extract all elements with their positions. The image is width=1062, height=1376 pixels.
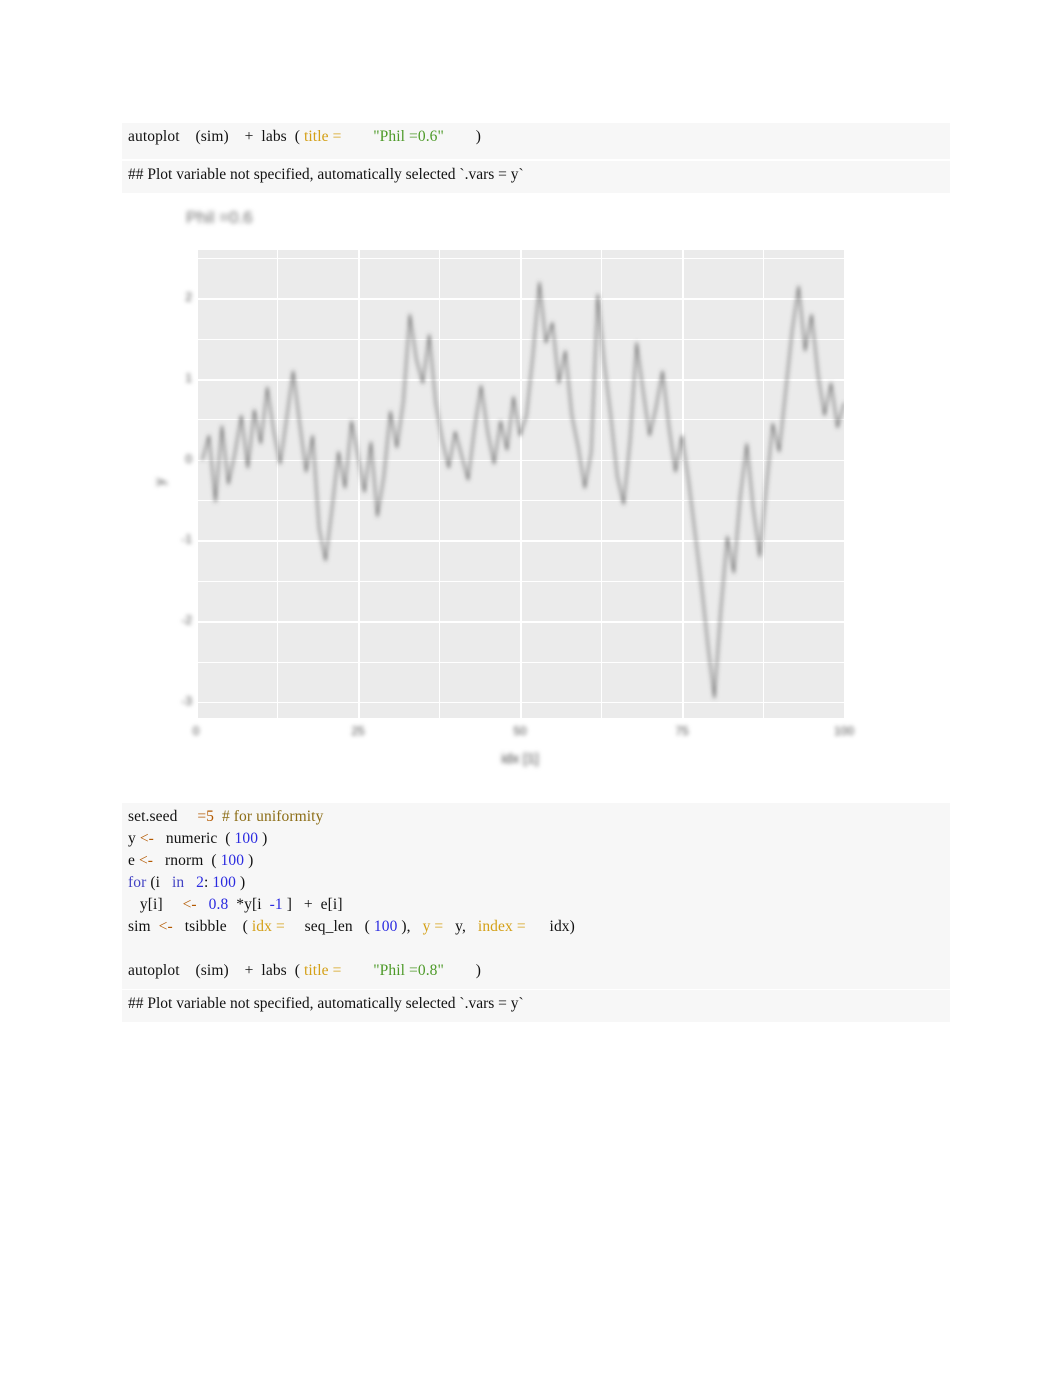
code-line: y[i] <- 0.8 *y[i -1 ] + e[i]	[128, 894, 944, 916]
code-token-plain: ] + e[i]	[282, 896, 343, 913]
code-token-plain: y	[128, 830, 140, 847]
knitr-output-top: ## Plot variable not specified, automati…	[122, 161, 950, 193]
code-token-plain: (i	[146, 874, 172, 891]
code-token-assign: <-	[138, 852, 154, 869]
x-axis-tick-label: 50	[513, 724, 527, 738]
x-axis-tick-label: 100	[833, 724, 855, 738]
code-token-plain: (sim)	[195, 962, 229, 979]
code-token-num: -1	[265, 896, 283, 913]
code-token-kw: for	[128, 874, 147, 891]
code-token-comment: # for uniformity	[221, 808, 324, 825]
code-chunk-ar1-simulation[interactable]: set.seed =5 # for uniformity y <- numeric…	[122, 803, 950, 989]
code-token-kw: in	[171, 874, 185, 891]
code-token-assign: =5	[197, 808, 215, 825]
autoplot-figure: Phil =0.6 -3 -2 -1 0 1 2 0 25 50 75 100 idx [1] y	[130, 196, 890, 790]
code-token-plain: *y[i	[228, 896, 266, 913]
code-token-num: 100	[208, 874, 236, 891]
code-token-assign: <-	[158, 918, 173, 935]
code-token-num: 0.8	[208, 896, 229, 913]
code-token-plain: seq_len (	[284, 918, 370, 935]
code-line: autoplot (sim) + labs ( title = "Phil =0…	[128, 960, 944, 982]
code-token-plain: idx)	[525, 918, 575, 935]
y-axis-tick-label: 2	[185, 290, 192, 305]
code-line: y <- numeric ( 100 )	[128, 828, 944, 850]
code-token-str: "Phil =0.6"	[373, 128, 444, 145]
y-axis-tick-label: 0	[185, 451, 192, 466]
code-token-arg: title =	[300, 128, 342, 145]
code-token-plain: e	[128, 852, 139, 869]
code-line: for (i in 2: 100 )	[128, 872, 944, 894]
x-axis-tick-label: 0	[192, 724, 200, 738]
code-token-plain: set.seed	[128, 808, 178, 825]
gridline-major	[844, 250, 846, 718]
code-token-arg: y =	[422, 918, 444, 935]
code-token-plain: (sim)	[195, 128, 229, 145]
code-token-plain: + labs (	[244, 962, 301, 979]
code-token-plain: rnorm (	[153, 852, 217, 869]
y-axis-tick-label: 1	[185, 371, 192, 386]
knitr-output-bottom: ## Plot variable not specified, automati…	[122, 990, 950, 1022]
plot-panel	[196, 250, 846, 744]
code-line: set.seed =5 # for uniformity	[128, 806, 944, 828]
code-token-plain: )	[443, 128, 482, 145]
code-token-plain: + labs (	[244, 128, 301, 145]
code-token-plain: autoplot	[128, 128, 180, 145]
code-token-num: 2	[196, 874, 205, 891]
y-axis-tick-label: -3	[181, 693, 192, 708]
code-line: e <- rnorm ( 100 )	[128, 850, 944, 872]
code-token-plain: )	[235, 874, 246, 891]
code-token-arg: index =	[477, 918, 526, 935]
code-token-plain: numeric (	[153, 830, 231, 847]
code-token-plain: ),	[397, 918, 423, 935]
code-line: sim <- tsibble ( idx = seq_len ( 100 ), …	[128, 916, 944, 938]
x-axis-title: idx [1]	[501, 750, 539, 766]
code-token-assign: <-	[139, 830, 154, 847]
code-token-plain: y,	[443, 918, 478, 935]
code-token-plain: sim	[128, 918, 159, 935]
code-token-plain: autoplot	[128, 962, 180, 979]
code-token-num: 100	[369, 918, 398, 935]
code-token-plain: )	[443, 962, 482, 979]
chart-title: Phil =0.6	[186, 208, 253, 227]
x-axis-tick-label: 75	[675, 724, 689, 738]
x-axis-tick-label: 25	[351, 724, 365, 738]
gridline-minor	[196, 742, 844, 744]
y-axis-tick-label: -2	[181, 613, 192, 628]
code-token-num: 100	[230, 830, 259, 847]
series-line	[201, 281, 844, 699]
code-token-str: "Phil =0.8"	[373, 962, 444, 979]
y-axis-tick-label: -1	[181, 532, 192, 547]
document-page: autoplot (sim) + labs ( title = "Phil =0…	[0, 0, 1062, 1376]
code-token-plain: )	[258, 830, 268, 847]
code-token-plain: y[i]	[128, 896, 183, 913]
code-token-num: 100	[216, 852, 245, 869]
code-token-assign: <-	[182, 896, 197, 913]
code-token-arg: title =	[300, 962, 342, 979]
code-chunk-autoplot-phi06[interactable]: autoplot (sim) + labs ( title = "Phil =0…	[122, 123, 950, 159]
code-token-arg: idx =	[247, 918, 285, 935]
y-axis-title: y	[151, 478, 167, 486]
code-token-plain: )	[244, 852, 254, 869]
code-token-plain: tsibble (	[172, 918, 248, 935]
code-line: autoplot (sim) + labs ( title = "Phil =0…	[128, 126, 944, 148]
